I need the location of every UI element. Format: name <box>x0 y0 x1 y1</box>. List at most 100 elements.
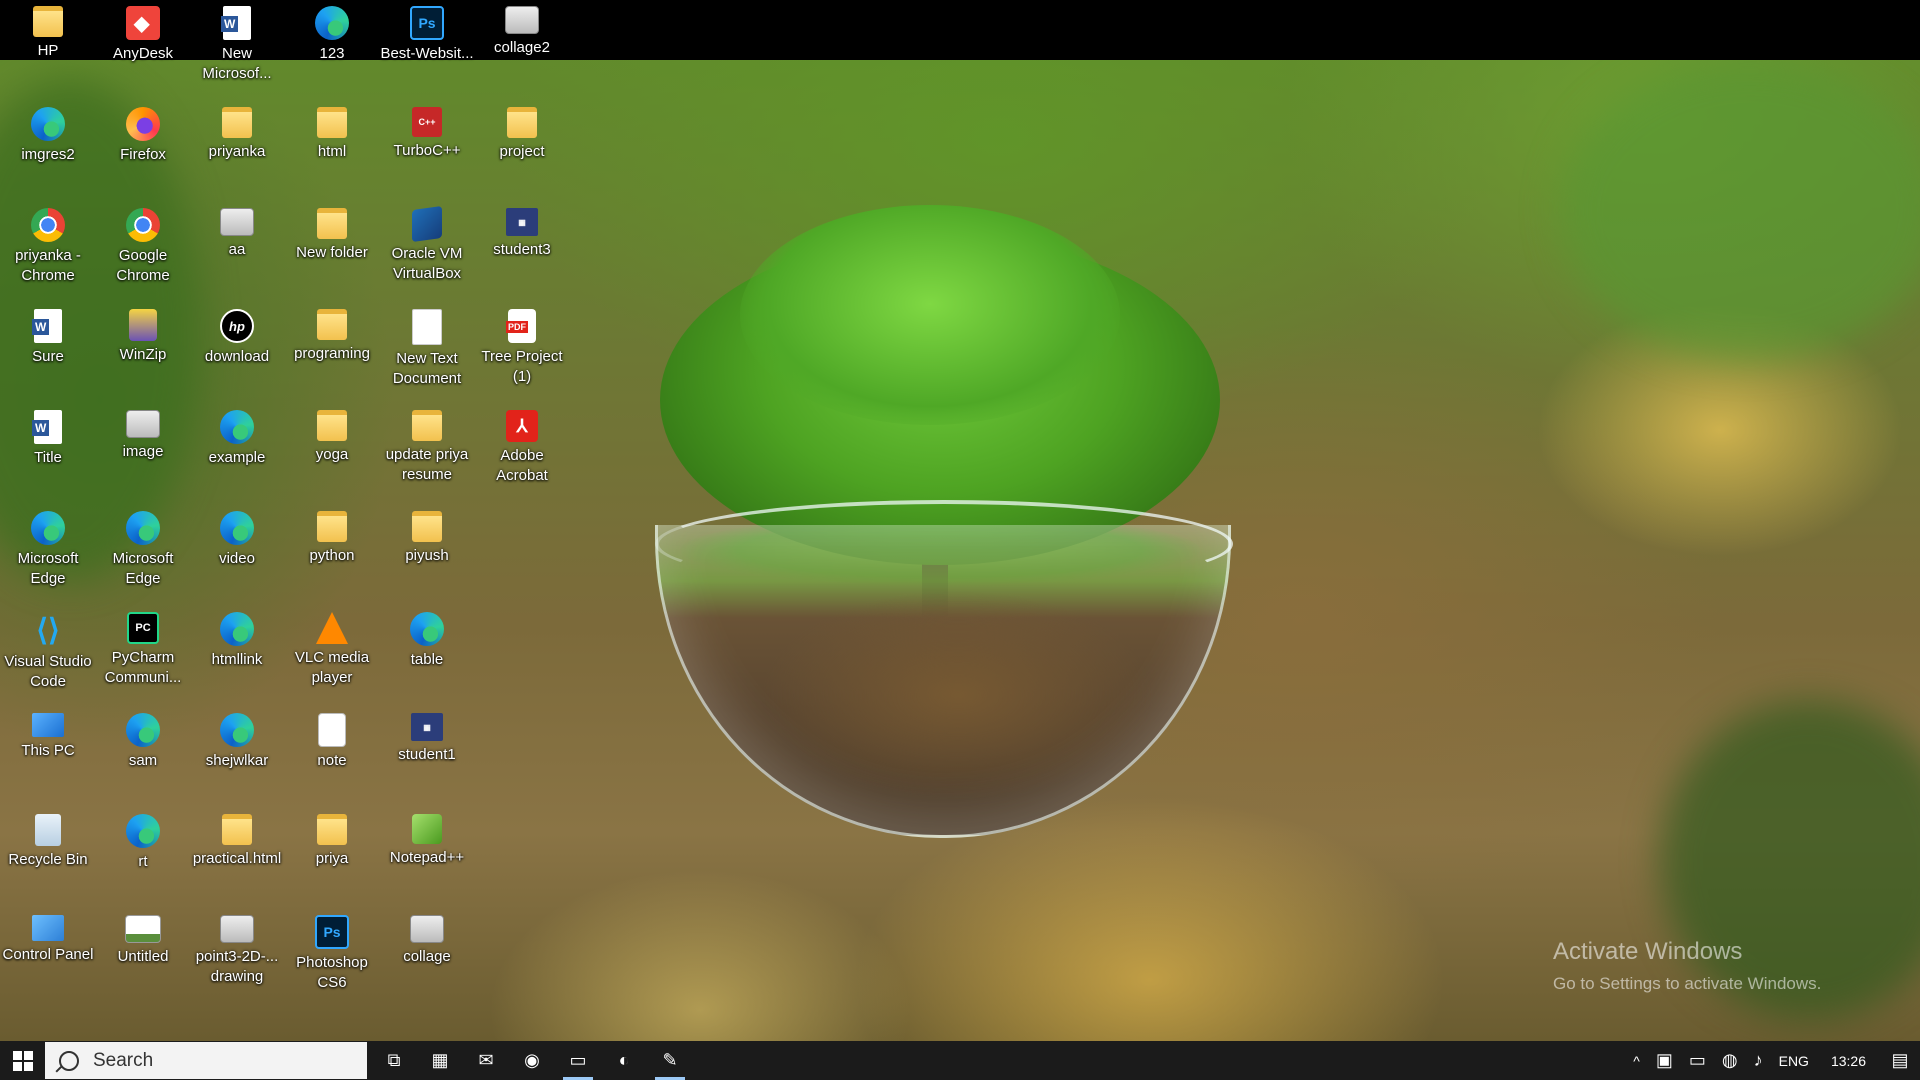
desktop-icon[interactable]: Title <box>0 404 96 504</box>
desktop-icon-label: Recycle Bin <box>8 851 88 868</box>
desktop-icon[interactable]: Untitled <box>95 909 191 1009</box>
desktop-icon[interactable]: New folder <box>284 202 380 302</box>
desktop-icon[interactable]: table <box>379 606 475 706</box>
system-clock[interactable]: 13:26 <box>1817 1053 1880 1069</box>
search-icon <box>59 1050 79 1071</box>
desktop-icon-label: piyush <box>405 547 449 564</box>
desktop-icon[interactable]: aa <box>189 202 285 302</box>
desktop-icon[interactable]: AnyDesk <box>95 0 191 100</box>
vbox-icon <box>412 205 442 243</box>
desktop-icon[interactable]: 123 <box>284 0 380 100</box>
taskbar-search-box[interactable]: Search <box>45 1042 367 1079</box>
img-icon <box>126 410 160 438</box>
action-center-icon[interactable]: ▤ <box>1880 1050 1920 1071</box>
folder-icon <box>222 814 252 845</box>
desktop-icon-label: New folder <box>296 244 368 261</box>
desktop-icon[interactable]: note <box>284 707 380 807</box>
desktop-icon[interactable]: Recycle Bin <box>0 808 96 908</box>
folder-icon <box>33 6 63 37</box>
taskbar-app-button[interactable]: ⧉ <box>371 1041 417 1080</box>
desktop-icon[interactable]: priyanka - Chrome <box>0 202 96 302</box>
desktop-icon[interactable]: piyush <box>379 505 475 605</box>
desktop-icon[interactable]: hp download <box>189 303 285 403</box>
desktop-icon-label: Notepad++ <box>389 849 465 866</box>
desktop-icon[interactable]: ▦ student1 <box>379 707 475 807</box>
desktop-icon[interactable]: rt <box>95 808 191 908</box>
desktop-icon[interactable]: project <box>474 101 570 201</box>
taskbar-app-button[interactable]: ▭ <box>555 1041 601 1080</box>
desktop-icon[interactable]: programing <box>284 303 380 403</box>
volume-icon[interactable]: ♪ <box>1746 1041 1771 1080</box>
desktop-icon[interactable]: video <box>189 505 285 605</box>
desktop-icon-label: Firefox <box>120 146 166 163</box>
desktop-icon[interactable]: html <box>284 101 380 201</box>
desktop-icon[interactable]: New Microsof... <box>189 0 285 100</box>
desktop-icon[interactable]: Sure <box>0 303 96 403</box>
pdf-icon <box>506 309 536 343</box>
taskbar-app-button[interactable]: ◉ <box>509 1041 555 1080</box>
folder-icon <box>317 410 347 441</box>
desktop-icon[interactable]: sam <box>95 707 191 807</box>
desktop-icon[interactable]: imgres2 <box>0 101 96 201</box>
meet-now-icon[interactable]: ▣ <box>1648 1041 1681 1080</box>
desktop-icon-label: example <box>208 449 266 466</box>
desktop-icon[interactable]: WinZip <box>95 303 191 403</box>
desktop-icon[interactable]: Google Chrome <box>95 202 191 302</box>
desktop-icon-label: Photoshop CS6 <box>296 954 368 991</box>
firefox-icon <box>126 107 160 141</box>
desktop-icon[interactable]: update priya resume <box>379 404 475 504</box>
taskbar-app-button[interactable]: ✉ <box>463 1041 509 1080</box>
edge-icon <box>126 713 160 747</box>
tray-chevron-icon[interactable]: ^ <box>1625 1041 1648 1080</box>
desktop-icon[interactable]: python <box>284 505 380 605</box>
desktop-icon[interactable]: Microsoft Edge <box>0 505 96 605</box>
desktop-icon[interactable]: Notepad++ <box>379 808 475 908</box>
desktop-icon[interactable]: PC PyCharm Communi... <box>95 606 191 706</box>
desktop-icon[interactable]: htmllink <box>189 606 285 706</box>
desktop-icon[interactable]: Control Panel <box>0 909 96 1009</box>
battery-icon[interactable]: ▭ <box>1681 1041 1714 1080</box>
desktop-icon[interactable]: VLC media player <box>284 606 380 706</box>
desktop-icon[interactable]: Firefox <box>95 101 191 201</box>
desktop-icon[interactable]: C++ TurboC++ <box>379 101 475 201</box>
folder-icon <box>317 208 347 239</box>
desktop-icon[interactable]: This PC <box>0 707 96 807</box>
desktop-icon[interactable]: Microsoft Edge <box>95 505 191 605</box>
network-globe-icon[interactable]: ◍ <box>1714 1041 1746 1080</box>
desktop-icon[interactable]: image <box>95 404 191 504</box>
input-language[interactable]: ENG <box>1771 1041 1817 1080</box>
desktop-icon-label: aa <box>228 241 246 258</box>
edge-icon: ◐ <box>618 1050 630 1070</box>
desktop-icon[interactable]: yoga <box>284 404 380 504</box>
desktop-icon[interactable]: Oracle VM VirtualBox <box>379 202 475 302</box>
desktop-icon-label: imgres2 <box>21 146 75 163</box>
start-button[interactable] <box>0 1041 45 1080</box>
desktop-icon[interactable]: Tree Project (1) <box>474 303 570 403</box>
desktop-icon-label: HP <box>37 42 59 59</box>
desktop-icon[interactable]: shejwlkar <box>189 707 285 807</box>
taskbar-app-button[interactable]: ◐ <box>601 1041 647 1080</box>
edge-icon <box>220 511 254 545</box>
folder-icon <box>317 814 347 845</box>
desktop-icon[interactable]: ⅄ Adobe Acrobat <box>474 404 570 504</box>
desktop-icon[interactable]: Ps Photoshop CS6 <box>284 909 380 1009</box>
desktop-icon[interactable]: example <box>189 404 285 504</box>
desktop-icon-label: Tree Project (1) <box>481 348 563 385</box>
desktop-icon-label: Adobe Acrobat <box>496 447 548 484</box>
edge-icon <box>410 612 444 646</box>
desktop-icon[interactable]: New Text Document <box>379 303 475 403</box>
taskbar-app-button[interactable]: ▦ <box>417 1041 463 1080</box>
desktop-icon[interactable]: priya <box>284 808 380 908</box>
desktop-icon[interactable]: HP <box>0 0 96 100</box>
desktop-icon-label: Sure <box>32 348 64 365</box>
desktop-icon[interactable]: Ps Best-Websit... <box>379 0 475 100</box>
taskbar-app-button[interactable]: ✎ <box>647 1041 693 1080</box>
desktop-icon[interactable]: collage <box>379 909 475 1009</box>
desktop-icon[interactable]: collage2 <box>474 0 570 100</box>
desktop-icon[interactable]: practical.html <box>189 808 285 908</box>
desktop-icon[interactable]: priyanka <box>189 101 285 201</box>
folder-icon <box>317 107 347 138</box>
desktop-icon[interactable]: ⟨⟩ Visual Studio Code <box>0 606 96 706</box>
desktop-icon[interactable]: ▦ student3 <box>474 202 570 302</box>
desktop-icon[interactable]: point3-2D-... drawing <box>189 909 285 1009</box>
